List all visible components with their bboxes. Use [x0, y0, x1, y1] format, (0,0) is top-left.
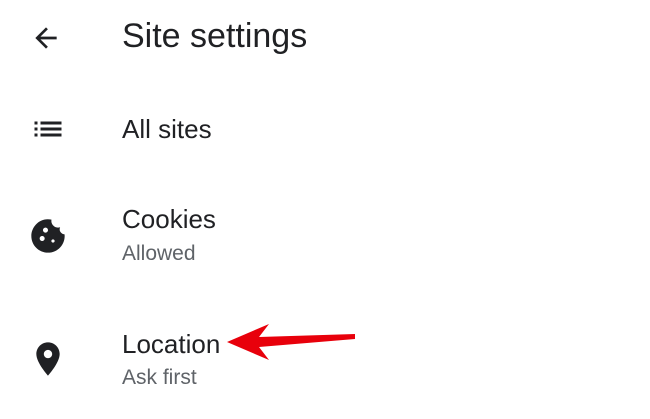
settings-item-status: Ask first [122, 366, 197, 389]
back-button[interactable] [26, 18, 66, 58]
cookie-icon [26, 214, 70, 258]
settings-item-status: Allowed [122, 242, 196, 265]
settings-item-cookies[interactable]: Cookies Allowed [0, 200, 650, 272]
settings-item-label: Location [122, 329, 221, 359]
settings-item-label: Cookies [122, 204, 216, 234]
list-icon [26, 107, 70, 151]
settings-item-label: All sites [122, 114, 212, 144]
page-title: Site settings [122, 17, 308, 55]
location-pin-icon [26, 337, 70, 381]
arrow-back-icon [35, 27, 57, 49]
settings-item-location[interactable]: Location Ask first [0, 325, 650, 397]
settings-item-all-sites[interactable]: All sites [0, 100, 650, 160]
